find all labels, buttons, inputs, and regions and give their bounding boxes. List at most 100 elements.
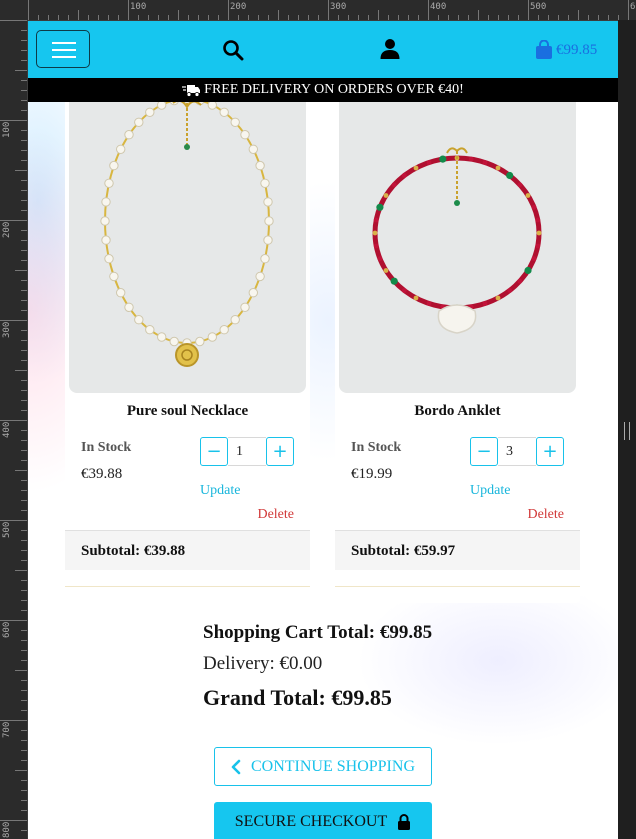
product-price: €39.88 bbox=[81, 466, 123, 482]
ruler-tick bbox=[21, 350, 27, 351]
pearl-bead bbox=[195, 336, 205, 347]
ruler-tick bbox=[21, 690, 27, 691]
ruler-tick bbox=[21, 810, 27, 811]
product-name[interactable]: Pure soul Necklace bbox=[65, 403, 310, 420]
ruler-tick bbox=[15, 670, 27, 671]
menu-button[interactable] bbox=[36, 30, 90, 68]
cart-total: Shopping Cart Total: €99.85 bbox=[203, 622, 433, 643]
ruler-label: 600 bbox=[630, 2, 636, 12]
continue-shopping-button[interactable]: CONTINUE SHOPPING bbox=[214, 747, 432, 786]
product-name[interactable]: Bordo Anklet bbox=[335, 403, 580, 420]
ruler-tick bbox=[148, 15, 149, 20]
update-link[interactable]: Update bbox=[200, 483, 240, 499]
ruler-tick bbox=[21, 590, 27, 591]
ruler-tick bbox=[248, 15, 249, 20]
ruler-tick bbox=[21, 680, 27, 681]
anklet-bead bbox=[495, 295, 501, 301]
ruler-tick bbox=[15, 270, 27, 271]
product-image[interactable] bbox=[339, 83, 576, 393]
user-icon[interactable] bbox=[379, 38, 401, 60]
ruler-tick bbox=[608, 15, 609, 20]
card-divider bbox=[335, 586, 580, 587]
pearl-bead bbox=[240, 302, 250, 313]
continue-shopping-label: CONTINUE SHOPPING bbox=[250, 757, 415, 775]
anklet-bead bbox=[536, 230, 542, 236]
ruler-tick bbox=[588, 15, 589, 20]
resize-handle[interactable] bbox=[624, 422, 630, 440]
anklet-bead bbox=[535, 243, 541, 249]
page-viewport: Pure soul Necklace In Stock €39.88 − 1 +… bbox=[28, 21, 618, 839]
anklet-bead bbox=[401, 288, 407, 293]
ruler-tick bbox=[21, 130, 27, 131]
anklet-bead bbox=[468, 156, 474, 162]
ruler-tick bbox=[21, 600, 27, 601]
decrease-quantity-button[interactable]: − bbox=[470, 437, 498, 466]
quantity-stepper: − 3 + bbox=[470, 437, 564, 466]
ruler-tick bbox=[21, 340, 27, 341]
pearl-bead bbox=[109, 271, 119, 282]
pearl-bead bbox=[104, 178, 114, 189]
delete-link[interactable]: Delete bbox=[257, 507, 294, 523]
anklet-bead bbox=[373, 243, 379, 249]
ruler-label: 300 bbox=[2, 321, 12, 338]
ruler-tick bbox=[21, 50, 27, 51]
pearl-bead bbox=[263, 235, 273, 245]
anklet-bead bbox=[377, 256, 383, 262]
delivery-cost: Delivery: €0.00 bbox=[203, 653, 323, 674]
anklet-bead bbox=[524, 266, 532, 275]
quantity-input[interactable]: 1 bbox=[228, 437, 266, 466]
ruler-tick bbox=[218, 15, 219, 20]
search-icon[interactable] bbox=[222, 39, 244, 61]
increase-quantity-button[interactable]: + bbox=[266, 437, 294, 466]
stock-status: In Stock bbox=[81, 440, 132, 455]
anklet-bead bbox=[525, 193, 531, 198]
delete-link[interactable]: Delete bbox=[527, 507, 564, 523]
ruler-tick bbox=[468, 15, 469, 20]
cart-item: Pure soul Necklace In Stock €39.88 − 1 +… bbox=[65, 83, 310, 603]
ruler-tick bbox=[368, 15, 369, 20]
ruler-tick bbox=[21, 210, 27, 211]
ruler-tick bbox=[21, 640, 27, 641]
anklet-bead bbox=[507, 288, 513, 293]
necklace-image bbox=[100, 94, 274, 367]
ruler-tick bbox=[388, 15, 389, 20]
anklet-bead bbox=[426, 160, 432, 165]
ruler-tick bbox=[21, 190, 27, 191]
anklet-bead bbox=[535, 217, 541, 223]
ruler-tick bbox=[21, 400, 27, 401]
anklet-bead bbox=[383, 193, 389, 198]
ruler-tick bbox=[168, 15, 169, 20]
quantity-input[interactable]: 3 bbox=[498, 437, 536, 466]
pearl-bead bbox=[100, 216, 110, 226]
pearl-bead bbox=[109, 160, 119, 171]
pearl-bead bbox=[207, 332, 218, 342]
update-link[interactable]: Update bbox=[470, 483, 510, 499]
pearl-bead bbox=[219, 107, 229, 117]
ruler-tick bbox=[21, 530, 27, 531]
cart-total-amount: €99.85 bbox=[556, 41, 598, 58]
anklet-bead bbox=[531, 204, 537, 210]
pearl-bead bbox=[101, 235, 111, 245]
ruler-label: 200 bbox=[230, 2, 247, 12]
ruler-tick bbox=[21, 440, 27, 441]
ruler-tick bbox=[21, 200, 27, 201]
pearl-bead bbox=[157, 332, 167, 342]
stock-status: In Stock bbox=[351, 440, 402, 455]
ruler-tick bbox=[21, 390, 27, 391]
ruler-tick bbox=[358, 15, 359, 20]
ruler-tick bbox=[21, 730, 27, 731]
cart-link[interactable]: €99.85 bbox=[535, 39, 597, 61]
pearl-bead bbox=[104, 254, 114, 264]
ruler-label: 500 bbox=[2, 521, 12, 538]
ruler-tick bbox=[48, 15, 49, 20]
ruler-tick bbox=[21, 280, 27, 281]
increase-quantity-button[interactable]: + bbox=[536, 437, 564, 466]
product-image[interactable] bbox=[69, 83, 306, 393]
menu-bar-icon bbox=[52, 49, 76, 51]
decrease-quantity-button[interactable]: − bbox=[200, 437, 228, 466]
ruler-tick bbox=[21, 830, 27, 831]
menu-bar-icon bbox=[52, 42, 76, 44]
ruler-tick bbox=[21, 90, 27, 91]
ruler-tick bbox=[318, 15, 319, 20]
secure-checkout-button[interactable]: SECURE CHECKOUT bbox=[214, 802, 432, 839]
